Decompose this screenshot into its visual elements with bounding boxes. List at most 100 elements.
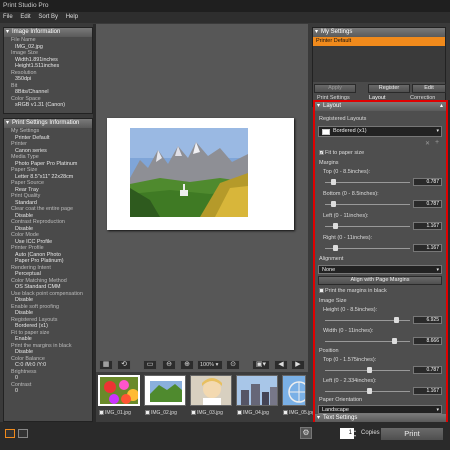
position-left-slider[interactable] [325, 388, 410, 394]
thumbnail-2[interactable] [144, 375, 186, 406]
slider-knob[interactable] [392, 338, 397, 344]
slider-knob[interactable] [367, 388, 372, 394]
layout-view-icon[interactable] [5, 429, 15, 438]
thumbnail-name: IMG_03.jpg [197, 410, 223, 416]
zoom-level-select[interactable]: 100% ▾ [197, 360, 223, 370]
margin-right-label: Right (0 - 11inches): [323, 235, 373, 241]
thumbnail-checkbox[interactable] [283, 410, 288, 416]
thumbnail-checkbox[interactable] [237, 410, 242, 416]
image-width-field[interactable]: 8.666 [413, 337, 442, 345]
thumbnail-checkbox[interactable] [191, 410, 196, 416]
image-size-label: Image Size [319, 298, 347, 304]
previous-icon[interactable]: ◀ [274, 360, 288, 370]
align-with-page-margins-button[interactable]: Align with Page Margins [318, 276, 442, 285]
margin-bottom-label: Bottom (0 - 8.5inches): [323, 191, 379, 197]
margin-top-field[interactable]: 0.787 [413, 178, 442, 186]
image-height-slider[interactable] [325, 317, 410, 323]
copies-field[interactable]: 1 [340, 428, 354, 439]
thumbnail-caption-3[interactable]: IMG_03.jpg [191, 410, 223, 416]
delete-layout-icon[interactable]: ✕ [425, 140, 430, 147]
margin-left-field[interactable]: 1.167 [413, 222, 442, 230]
margin-right-slider[interactable] [325, 245, 410, 251]
thumbnail-caption-4[interactable]: IMG_04.jpg [237, 410, 269, 416]
slider-knob[interactable] [394, 317, 399, 323]
registered-layouts-select[interactable]: Bordered (x1) [318, 126, 442, 137]
my-settings-header[interactable]: My Settings [313, 28, 445, 37]
thumbnail-3[interactable] [190, 375, 232, 406]
margin-top-slider[interactable] [325, 179, 410, 185]
image-height-field[interactable]: 6.925 [413, 316, 442, 324]
add-layout-icon[interactable]: + [435, 139, 439, 146]
margin-bottom-slider[interactable] [325, 201, 410, 207]
fit-view-icon[interactable]: ▭ [143, 360, 157, 370]
menu-edit[interactable]: Edit [17, 12, 33, 20]
image-height-label: Height (0 - 8.5inches): [323, 307, 378, 313]
apply-button[interactable]: Apply [314, 84, 356, 93]
margin-bottom-field[interactable]: 0.787 [413, 200, 442, 208]
thumbnail-caption-2[interactable]: IMG_02.jpg [145, 410, 177, 416]
thumbnail-1[interactable] [98, 375, 140, 406]
menu-file[interactable]: File [0, 12, 16, 20]
margin-left-slider[interactable] [325, 223, 410, 229]
mountain-thumbnail-icon [145, 376, 185, 405]
position-left-field[interactable]: 1.167 [413, 387, 442, 395]
rotate-icon[interactable]: ⟲ [117, 360, 131, 370]
thumbnail-view-icon[interactable]: ▦ [99, 360, 113, 370]
slider-knob[interactable] [333, 223, 338, 229]
next-icon[interactable]: ▶ [291, 360, 305, 370]
thumbnail-checkbox[interactable]: ✓ [99, 410, 104, 417]
edit-button[interactable]: Edit [412, 84, 446, 93]
thumbnail-name: IMG_04.jpg [243, 410, 269, 416]
image-width-slider[interactable] [325, 338, 410, 344]
photo-preview[interactable] [130, 128, 248, 217]
layout-header[interactable]: Layout ▴ [315, 102, 446, 111]
margin-left-label: Left (0 - 11inches): [323, 213, 369, 219]
slider-knob[interactable] [331, 201, 336, 207]
position-label: Position [319, 348, 339, 354]
slider-knob[interactable] [333, 245, 338, 251]
margin-right-field[interactable]: 1.167 [413, 244, 442, 252]
position-top-slider[interactable] [325, 367, 410, 373]
menu-help[interactable]: Help [63, 12, 81, 20]
slider-knob[interactable] [367, 367, 372, 373]
layout-panel: Layout ▴ Registered Layouts Bordered (x1)… [313, 100, 448, 422]
alignment-select[interactable]: None [318, 265, 442, 274]
grid-view-icon[interactable] [18, 429, 28, 438]
register-button[interactable]: Register [368, 84, 410, 93]
image-information-header[interactable]: Image Information [4, 28, 92, 37]
thumbnail-caption-1[interactable]: ✓IMG_01.jpg [99, 410, 131, 417]
view-mode-icon[interactable]: ▣▾ [252, 360, 270, 370]
print-settings-information-header[interactable]: Print Settings Information [4, 119, 92, 128]
text-settings-header[interactable]: Text Settings [315, 414, 446, 422]
print-margins-black-checkbox[interactable] [319, 288, 324, 294]
position-top-field[interactable]: 0.787 [413, 366, 442, 374]
thumbnail-4[interactable] [236, 375, 278, 406]
menu-sort-by[interactable]: Sort By [35, 12, 61, 20]
print-margins-black-option[interactable]: Print the margins in black [319, 288, 387, 294]
collapse-icon[interactable]: ▴ [440, 102, 443, 109]
fit-to-paper-size-checkbox[interactable]: ✓ [319, 150, 324, 156]
margin-top-label: Top (0 - 8.5inches): [323, 169, 371, 175]
thumbnail-checkbox[interactable] [145, 410, 150, 416]
thumbnail-5[interactable] [282, 375, 306, 406]
alignment-value: None [322, 267, 336, 273]
gear-icon[interactable]: ⚙ [300, 427, 312, 439]
my-settings-selected[interactable]: Printer Default [313, 37, 445, 46]
info-value: 0 [15, 388, 18, 394]
print-button[interactable]: Print [380, 427, 444, 441]
menu-bar: File Edit Sort By Help [0, 12, 450, 23]
copies-spinner-icon[interactable]: ▴ ▾ [354, 428, 359, 439]
paper-orientation-select[interactable]: Landscape [318, 405, 442, 414]
print-settings-list: My Settings Printer Default Printer Canon s… [4, 128, 92, 395]
zoom-in-icon[interactable]: ⊕ [180, 360, 194, 370]
fit-to-paper-size-option[interactable]: ✓ Fit to paper size [319, 150, 364, 156]
info-value: sRGB v1.31 (Canon) [15, 102, 66, 108]
thumbnail-caption-5[interactable]: IMG_05.jpg [283, 410, 315, 416]
image-information-list: File Name IMG_02.jpg Image Size Width1.891i… [4, 37, 92, 109]
slider-knob[interactable] [331, 179, 336, 185]
zoom-reset-icon[interactable]: ⊙ [226, 360, 240, 370]
city-thumbnail-icon [237, 376, 277, 405]
zoom-out-icon[interactable]: ⊖ [162, 360, 176, 370]
registered-layouts-label: Registered Layouts [319, 116, 367, 122]
paper-orientation-label: Paper Orientation [319, 397, 363, 403]
